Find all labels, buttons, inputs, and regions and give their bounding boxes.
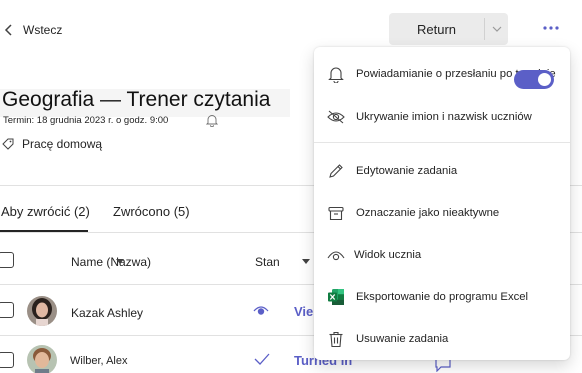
menu-item-student-view[interactable]: Widok ucznia bbox=[314, 237, 570, 273]
tab-returned[interactable]: Zwrócono (5) bbox=[113, 204, 190, 219]
row-checkbox[interactable] bbox=[0, 302, 14, 318]
back-link[interactable]: Wstecz bbox=[4, 20, 62, 40]
bell-icon bbox=[206, 114, 218, 127]
tag-icon bbox=[2, 138, 14, 150]
due-date: Termin: 18 grudnia 2023 r. o godz. 9:00 bbox=[3, 115, 169, 126]
return-options-button[interactable] bbox=[485, 13, 508, 45]
checkmark-icon bbox=[254, 353, 270, 365]
row-checkbox[interactable] bbox=[0, 352, 14, 368]
menu-item-label: Usuwanie zadania bbox=[356, 333, 449, 345]
sort-arrow-icon bbox=[116, 259, 124, 264]
menu-item-export-excel[interactable]: Eksportowanie do programu Excel bbox=[314, 279, 570, 315]
back-label: Wstecz bbox=[23, 23, 63, 37]
menu-item-label: Eksportowanie do programu Excel bbox=[356, 291, 529, 303]
archive-icon bbox=[326, 203, 346, 223]
trash-icon bbox=[326, 329, 346, 349]
select-all-checkbox[interactable] bbox=[0, 252, 14, 268]
menu-item-label: Oznaczanie jako nieaktywne bbox=[356, 207, 500, 219]
student-name[interactable]: Kazak Ashley bbox=[71, 306, 143, 320]
viewed-icon bbox=[253, 305, 269, 316]
chevron-down-icon bbox=[492, 26, 502, 32]
menu-item-hide-names[interactable]: Ukrywanie imion i nazwisk uczniów bbox=[314, 99, 570, 135]
toggle-knob bbox=[538, 73, 551, 86]
category-label: Pracę domową bbox=[22, 137, 103, 151]
menu-item-edit[interactable]: Edytowanie zadania bbox=[314, 153, 570, 189]
category-tag: Pracę domową bbox=[2, 137, 102, 151]
status-filter-icon[interactable] bbox=[302, 259, 310, 264]
menu-item-mark-inactive[interactable]: Oznaczanie jako nieaktywne bbox=[314, 195, 570, 231]
avatar bbox=[27, 296, 57, 326]
chevron-left-icon bbox=[4, 24, 14, 36]
menu-item-late-notification[interactable]: Powiadamianie o przesłaniu po terminie bbox=[314, 56, 570, 92]
return-split-button: Return bbox=[389, 13, 508, 45]
column-header-name[interactable]: Name (Nazwa) bbox=[71, 255, 151, 269]
menu-item-delete[interactable]: Usuwanie zadania bbox=[314, 321, 570, 357]
menu-divider bbox=[314, 142, 570, 143]
avatar bbox=[27, 345, 57, 373]
status-link[interactable]: Vie bbox=[294, 304, 313, 319]
eye-off-icon bbox=[326, 107, 346, 127]
column-header-status[interactable]: Stan bbox=[255, 255, 280, 269]
pencil-icon bbox=[326, 161, 346, 181]
menu-item-label: Ukrywanie imion i nazwisk uczniów bbox=[356, 111, 532, 123]
eye-icon bbox=[326, 245, 346, 265]
late-notification-toggle[interactable] bbox=[514, 70, 554, 89]
more-options-button[interactable] bbox=[536, 18, 566, 38]
student-name[interactable]: Wilber, Alex bbox=[70, 355, 127, 367]
menu-item-label: Widok ucznia bbox=[354, 249, 422, 261]
excel-icon bbox=[326, 287, 346, 307]
ellipsis-icon bbox=[543, 26, 559, 30]
menu-item-label: Edytowanie zadania bbox=[356, 165, 458, 177]
more-options-menu: Powiadamianie o przesłaniu po terminie U… bbox=[314, 47, 570, 360]
return-button[interactable]: Return bbox=[389, 13, 484, 45]
bell-icon bbox=[326, 64, 346, 84]
tab-to-return[interactable]: Aby zwrócić (2) bbox=[1, 204, 90, 219]
page-title: Geografia — Trener czytania bbox=[2, 88, 271, 111]
